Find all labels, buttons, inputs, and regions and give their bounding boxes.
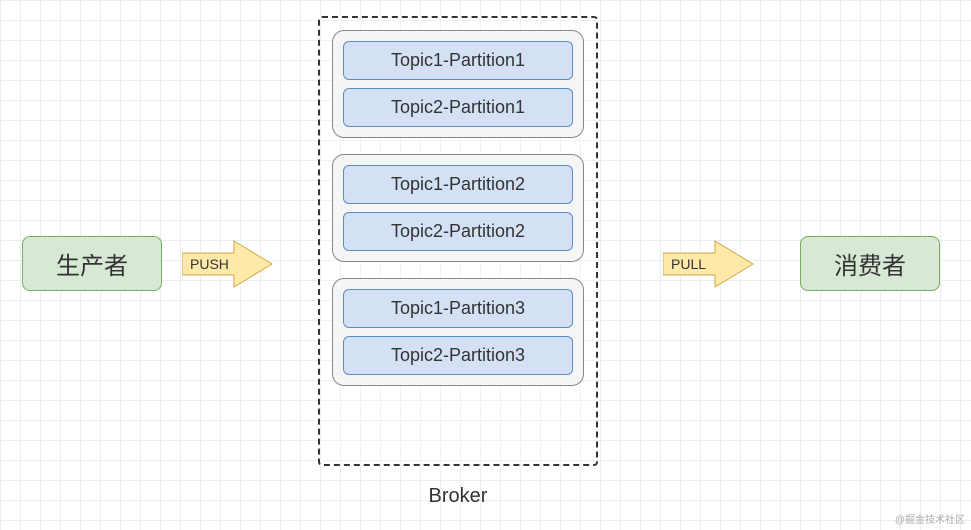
partition-group: Topic1-Partition1 Topic2-Partition1 <box>332 30 584 138</box>
consumer-label: 消费者 <box>834 246 906 281</box>
consumer-node: 消费者 <box>800 236 940 291</box>
producer-label: 生产者 <box>56 246 128 281</box>
broker-label: Broker <box>318 485 598 508</box>
pull-arrow: PULL <box>663 239 755 289</box>
topic-partition: Topic2-Partition3 <box>343 336 573 375</box>
partition-group: Topic1-Partition3 Topic2-Partition3 <box>332 278 584 386</box>
push-arrow-label: PUSH <box>190 256 229 272</box>
topic-partition: Topic1-Partition1 <box>343 41 573 80</box>
topic-partition: Topic1-Partition3 <box>343 289 573 328</box>
watermark-text: @掘金技术社区 <box>895 511 965 526</box>
topic-partition: Topic1-Partition2 <box>343 165 573 204</box>
pull-arrow-label: PULL <box>671 256 706 272</box>
topic-partition: Topic2-Partition1 <box>343 88 573 127</box>
producer-node: 生产者 <box>22 236 162 291</box>
push-arrow: PUSH <box>182 239 274 289</box>
topic-partition: Topic2-Partition2 <box>343 212 573 251</box>
partition-group: Topic1-Partition2 Topic2-Partition2 <box>332 154 584 262</box>
broker-container: Topic1-Partition1 Topic2-Partition1 Topi… <box>318 16 598 466</box>
